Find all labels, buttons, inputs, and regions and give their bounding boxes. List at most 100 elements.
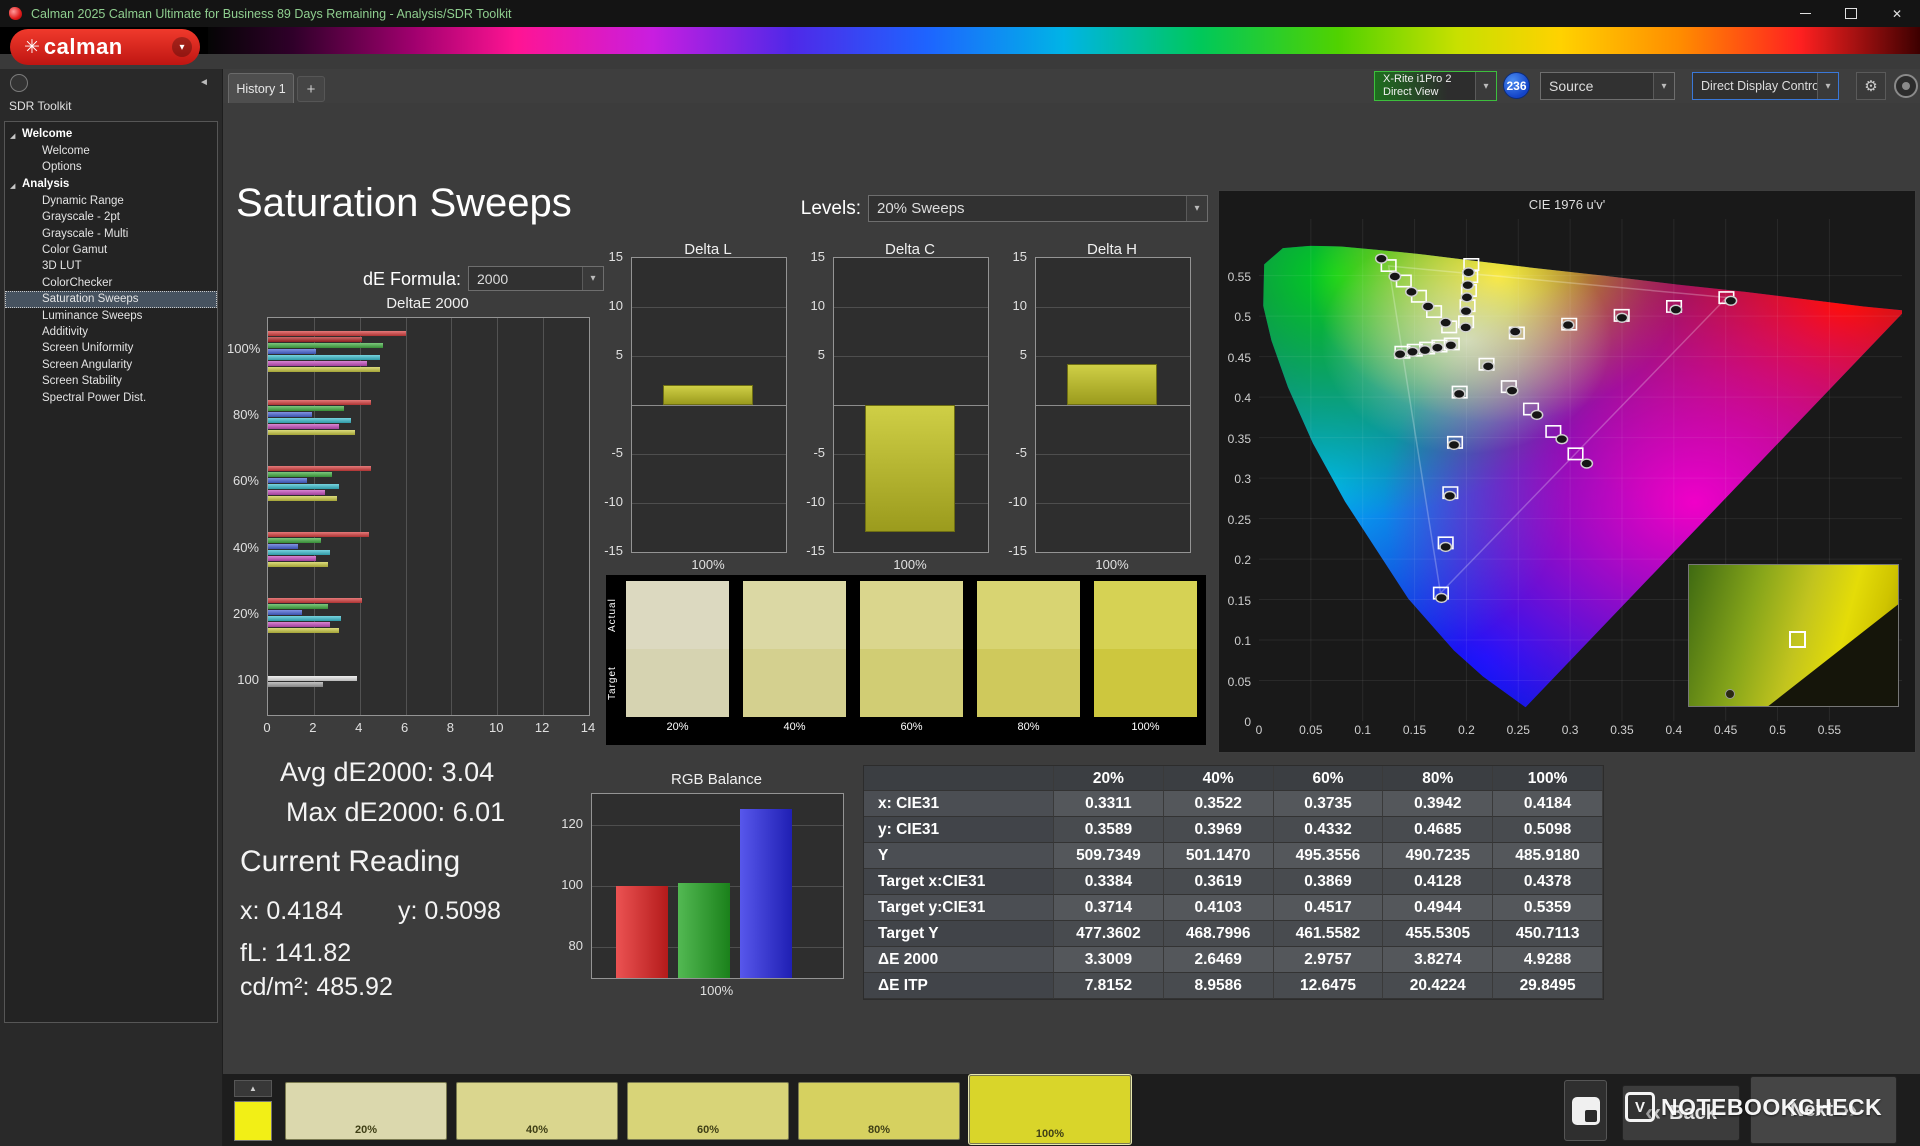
y-axis-labels: 15105-5-10-15 bbox=[805, 257, 829, 551]
sidebar-item-color-gamut[interactable]: Color Gamut bbox=[5, 242, 217, 258]
axis-tick-label: 0.3 bbox=[1223, 471, 1251, 487]
table-cell: 0.3589 bbox=[1054, 817, 1164, 843]
y-axis-labels: 15105-5-10-15 bbox=[1007, 257, 1031, 551]
table-row-label: Y bbox=[864, 843, 1054, 869]
swatch-80 bbox=[977, 581, 1080, 717]
sidebar-tree: ◢WelcomeWelcomeOptions◢AnalysisDynamic R… bbox=[4, 121, 218, 1023]
close-button[interactable]: ✕ bbox=[1874, 0, 1920, 27]
measured-point bbox=[1670, 305, 1681, 314]
target-swatch bbox=[1094, 649, 1197, 717]
sidebar-item-welcome[interactable]: Welcome bbox=[5, 143, 217, 159]
pattern-window-button[interactable] bbox=[1564, 1080, 1607, 1141]
sidebar-item-screen-angularity[interactable]: Screen Angularity bbox=[5, 357, 217, 373]
maximize-button[interactable] bbox=[1828, 0, 1874, 27]
sidebar-item-dynamic-range[interactable]: Dynamic Range bbox=[5, 193, 217, 209]
delta-c-plot bbox=[833, 257, 989, 553]
axis-tick-label: 0.4 bbox=[1223, 390, 1251, 406]
sidebar-item-luminance-sweeps[interactable]: Luminance Sweeps bbox=[5, 308, 217, 324]
gridline bbox=[632, 356, 786, 357]
calman-menu-button[interactable]: ✳ calman ▾ bbox=[10, 29, 200, 65]
axis-tick-label: 0.45 bbox=[1223, 350, 1251, 366]
de-formula-select[interactable]: 2000 ▾ bbox=[468, 266, 604, 291]
meter-selector[interactable]: X-Rite i1Pro 2 Direct View ▾ bbox=[1374, 71, 1497, 101]
back-button[interactable]: ‹‹ Back bbox=[1622, 1085, 1740, 1141]
measured-point bbox=[1460, 323, 1471, 332]
sidebar-item-options[interactable]: Options bbox=[5, 159, 217, 175]
axis-tick-label: 0.55 bbox=[1815, 723, 1843, 737]
display-control-selector[interactable]: Direct Display Control ▾ bbox=[1692, 72, 1839, 100]
deltae-bar bbox=[268, 355, 380, 360]
deltae-bar bbox=[268, 610, 302, 615]
table-cell: 0.3714 bbox=[1054, 895, 1164, 921]
sidebar-item-colorchecker[interactable]: ColorChecker bbox=[5, 275, 217, 291]
table-row-label: Target x:CIE31 bbox=[864, 869, 1054, 895]
sidebar-item-additivity[interactable]: Additivity bbox=[5, 324, 217, 340]
chart-title: Delta H bbox=[1035, 241, 1189, 258]
add-tab-button[interactable]: + bbox=[297, 76, 325, 102]
axis-tick-label: 10 bbox=[805, 298, 825, 314]
maximize-icon bbox=[1845, 8, 1857, 19]
sidebar-item-spectral-power-dist[interactable]: Spectral Power Dist. bbox=[5, 390, 217, 406]
session-indicator-icon[interactable] bbox=[10, 74, 28, 92]
swatch-label: 80% bbox=[977, 721, 1080, 733]
levels-select[interactable]: 20% Sweeps ▾ bbox=[868, 195, 1208, 222]
delta-h-bar bbox=[1067, 364, 1157, 405]
measured-point bbox=[1419, 346, 1430, 355]
gridline bbox=[314, 318, 315, 715]
sidebar-collapse-button[interactable]: ◄ bbox=[194, 73, 214, 91]
sidebar-item-grayscale-2pt[interactable]: Grayscale - 2pt bbox=[5, 209, 217, 225]
logo-dropdown-icon[interactable]: ▾ bbox=[172, 37, 192, 57]
tab-history-1[interactable]: History 1 bbox=[228, 73, 294, 104]
sidebar-item-screen-uniformity[interactable]: Screen Uniformity bbox=[5, 340, 217, 356]
source-selector[interactable]: Source ▾ bbox=[1540, 72, 1675, 100]
measured-point bbox=[1531, 410, 1542, 419]
patch-100[interactable]: 100% bbox=[969, 1075, 1131, 1144]
table-cell: 461.5582 bbox=[1274, 921, 1384, 947]
gridline bbox=[592, 825, 843, 826]
sidebar-group-analysis[interactable]: ◢Analysis bbox=[5, 176, 217, 193]
de-formula-value: 2000 bbox=[469, 271, 582, 287]
deltae-bar bbox=[268, 361, 367, 366]
measured-point bbox=[1725, 689, 1735, 699]
patch-80[interactable]: 80% bbox=[798, 1082, 960, 1140]
table-header-cell: 60% bbox=[1274, 766, 1384, 791]
deltae-bar bbox=[268, 466, 371, 471]
patch-20[interactable]: 20% bbox=[285, 1082, 447, 1140]
delta-h-plot bbox=[1035, 257, 1191, 553]
source-label: Source bbox=[1541, 78, 1653, 94]
table-cell: 0.4184 bbox=[1493, 791, 1603, 817]
sidebar-item-screen-stability[interactable]: Screen Stability bbox=[5, 373, 217, 389]
sidebar-item-grayscale-multi[interactable]: Grayscale - Multi bbox=[5, 226, 217, 242]
swatch-label: 40% bbox=[743, 721, 846, 733]
y-axis-labels: 12010080 bbox=[561, 793, 587, 977]
patch-60[interactable]: 60% bbox=[627, 1082, 789, 1140]
indicator-button[interactable] bbox=[1894, 74, 1918, 98]
measured-point bbox=[1440, 318, 1451, 327]
table-header-cell: 80% bbox=[1383, 766, 1493, 791]
table-header-cell: 20% bbox=[1054, 766, 1164, 791]
deltae-bar bbox=[268, 418, 351, 423]
y-axis-labels: 15105-5-10-15 bbox=[603, 257, 627, 551]
settings-button[interactable]: ⚙ bbox=[1856, 72, 1886, 100]
sidebar-item-3d-lut[interactable]: 3D LUT bbox=[5, 258, 217, 274]
table-cell: 0.3384 bbox=[1054, 869, 1164, 895]
patch-40[interactable]: 40% bbox=[456, 1082, 618, 1140]
deltae-bar bbox=[268, 538, 321, 543]
expander-icon[interactable]: ◢ bbox=[10, 179, 15, 194]
axis-tick-label: 0.25 bbox=[1504, 723, 1532, 737]
table-cell: 0.3735 bbox=[1274, 791, 1384, 817]
deltae-bar bbox=[268, 349, 316, 354]
y-axis-labels: 100%80%60%40%20%100 bbox=[227, 317, 263, 714]
minimize-button[interactable] bbox=[1782, 0, 1828, 27]
expander-icon[interactable]: ◢ bbox=[10, 129, 15, 144]
delta-l-chart: Delta L 15105-5-10-15 100% bbox=[603, 241, 793, 581]
next-button[interactable]: Next ›› bbox=[1750, 1076, 1897, 1144]
patch-options-button[interactable]: ▲ bbox=[234, 1080, 272, 1097]
table-cell: 29.8495 bbox=[1493, 973, 1603, 999]
deltae-bar bbox=[268, 331, 406, 336]
patch-label: 80% bbox=[799, 1124, 959, 1136]
sidebar-group-welcome[interactable]: ◢Welcome bbox=[5, 126, 217, 143]
sidebar-item-saturation-sweeps[interactable]: Saturation Sweeps bbox=[5, 291, 217, 307]
table-cell: 0.3969 bbox=[1164, 817, 1274, 843]
table-cell: 468.7996 bbox=[1164, 921, 1274, 947]
